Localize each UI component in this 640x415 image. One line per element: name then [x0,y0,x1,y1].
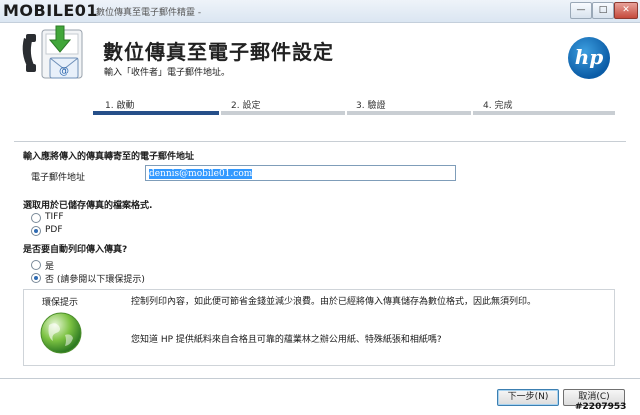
fax-to-email-icon: @ [22,25,83,79]
email-label: 電子郵件地址 [31,173,86,183]
step-2-bar [221,111,345,115]
email-section-title: 輸入應將傳入的傳真轉寄至的電子郵件地址 [23,152,195,162]
page-subtitle: 輸入「收件者」電子郵件地址。 [104,68,231,78]
wizard-window: MOBILE01 數位傳真至電子郵件精靈 - — □ ✕ @ 數位傳真至電子郵件… [0,0,640,415]
footer-divider [0,378,640,379]
post-id-watermark: #2207953 [575,402,627,412]
print-section-title: 是否要自動列印傳入傳真? [23,245,128,255]
eco-tip-text-1: 控制列印內容，如此便可節省金錢並減少浪費。由於已經將傳入傳真儲存為數位格式，因此… [131,297,537,307]
radio-print-no[interactable] [31,273,41,283]
radio-print-yes-label[interactable]: 是 [45,259,54,272]
step-3-bar [347,111,471,115]
eco-tip-panel: 環保提示 控制列印內容，如此便可節省金錢並減少浪費。由於已經將傳入傳真儲存為數位… [23,289,615,366]
window-title: 數位傳真至電子郵件精靈 - [96,8,202,18]
radio-tiff[interactable] [31,213,41,223]
step-3-label: 3. 驗證 [356,101,386,111]
minimize-button[interactable]: — [570,2,592,19]
email-value: dennis@mobile01.com [149,169,253,179]
divider [14,141,626,142]
watermark-logo: MOBILE01 [3,1,99,20]
radio-pdf-label[interactable]: PDF [45,225,63,235]
radio-print-no-label[interactable]: 否 (請參閱以下環保提示) [45,272,145,285]
maximize-button[interactable]: □ [592,2,614,19]
step-1-label: 1. 啟動 [105,101,135,111]
title-bar: MOBILE01 數位傳真至電子郵件精靈 - — □ ✕ [0,0,640,23]
hp-logo: hp [568,37,610,79]
step-4-label: 4. 完成 [483,101,513,111]
close-button[interactable]: ✕ [614,2,638,19]
format-section-title: 選取用於已儲存傳真的檔案格式. [23,201,153,211]
step-4-bar [473,111,615,115]
svg-text:@: @ [59,66,69,77]
globe-icon [40,312,82,354]
step-progress: 1. 啟動 2. 設定 3. 驗證 4. 完成 [93,98,615,115]
step-2-label: 2. 設定 [231,101,261,111]
eco-tip-title: 環保提示 [42,298,79,308]
eco-tip-text-2: 您知道 HP 提供紙料來自合格且可靠的蘊業林之辦公用紙、特殊紙張和相紙嗎? [131,335,442,345]
radio-print-yes[interactable] [31,260,41,270]
radio-tiff-label[interactable]: TIFF [45,212,64,222]
next-button[interactable]: 下一步(N) [497,389,559,406]
email-field[interactable]: dennis@mobile01.com [145,165,456,181]
radio-pdf[interactable] [31,226,41,236]
step-1-bar [93,111,219,115]
page-title: 數位傳真至電子郵件設定 [103,40,334,64]
